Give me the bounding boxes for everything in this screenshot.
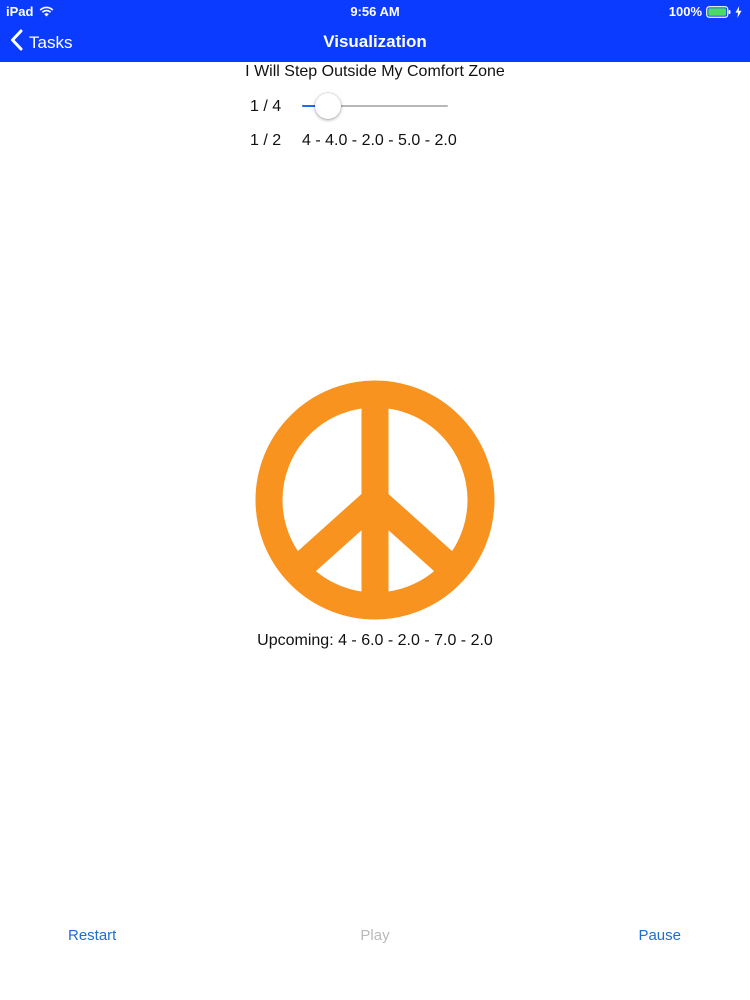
back-button-label: Tasks bbox=[29, 32, 73, 52]
back-button[interactable]: Tasks bbox=[10, 29, 72, 56]
session-title: I Will Step Outside My Comfort Zone bbox=[245, 63, 505, 80]
status-right: 100% bbox=[669, 4, 742, 19]
page-title: Visualization bbox=[323, 32, 427, 51]
peace-sign-icon bbox=[255, 380, 495, 620]
upcoming-pattern: Upcoming: 4 - 6.0 - 2.0 - 7.0 - 2.0 bbox=[257, 632, 493, 649]
slider-thumb[interactable] bbox=[315, 93, 342, 119]
status-bar: iPad 9:56 AM 100% bbox=[0, 0, 750, 22]
progress-slider[interactable] bbox=[302, 93, 448, 119]
chevron-left-icon bbox=[10, 29, 23, 56]
progress-row: 1 / 4 bbox=[250, 93, 470, 119]
battery-icon bbox=[706, 5, 731, 18]
status-time: 9:56 AM bbox=[350, 4, 400, 19]
restart-button[interactable]: Restart bbox=[68, 927, 116, 944]
pause-button[interactable]: Pause bbox=[638, 927, 681, 944]
visualization-screen: iPad 9:56 AM 100% Tasks Visualization I … bbox=[0, 0, 750, 1000]
navigation-bar: Tasks Visualization bbox=[0, 22, 750, 62]
slider-count-label: 1 / 4 bbox=[250, 98, 282, 115]
charging-icon bbox=[735, 5, 742, 18]
top-bar: iPad 9:56 AM 100% Tasks Visualization bbox=[0, 0, 750, 62]
step-count-label: 1 / 2 bbox=[250, 132, 282, 149]
battery-percent: 100% bbox=[668, 4, 702, 19]
current-pattern: 4 - 4.0 - 2.0 - 5.0 - 2.0 bbox=[302, 132, 457, 149]
